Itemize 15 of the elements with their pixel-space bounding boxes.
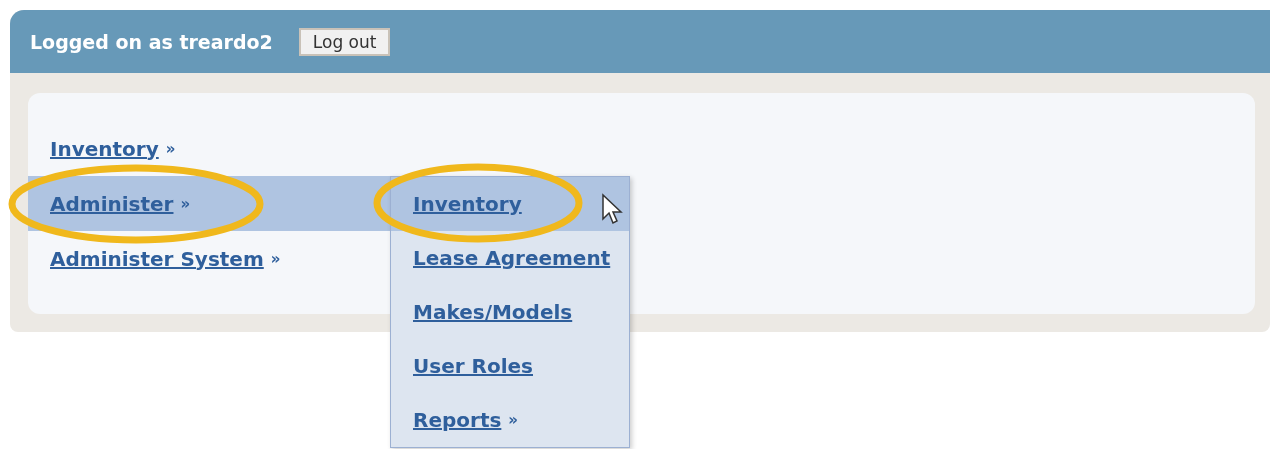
user-label: Logged on as treardo2 bbox=[30, 30, 273, 53]
submenu-arrow: » bbox=[508, 411, 519, 429]
submenu-link[interactable]: Lease Agreement bbox=[413, 246, 611, 270]
menu-link[interactable]: Administer bbox=[50, 191, 174, 216]
menu-link[interactable]: Inventory bbox=[50, 136, 159, 161]
submenu-arrow: » bbox=[180, 194, 191, 213]
submenu-link[interactable]: Inventory bbox=[413, 192, 522, 216]
submenu-link[interactable]: User Roles bbox=[413, 354, 533, 378]
submenu-link[interactable]: Makes/Models bbox=[413, 300, 573, 324]
submenu-arrow: » bbox=[165, 139, 176, 158]
logout-button[interactable]: Log out bbox=[298, 27, 391, 56]
mouse-cursor-icon bbox=[601, 193, 623, 225]
submenu-arrow: » bbox=[270, 249, 281, 268]
submenu-link[interactable]: Reports bbox=[413, 408, 502, 432]
menu-link[interactable]: Administer System bbox=[50, 246, 264, 271]
